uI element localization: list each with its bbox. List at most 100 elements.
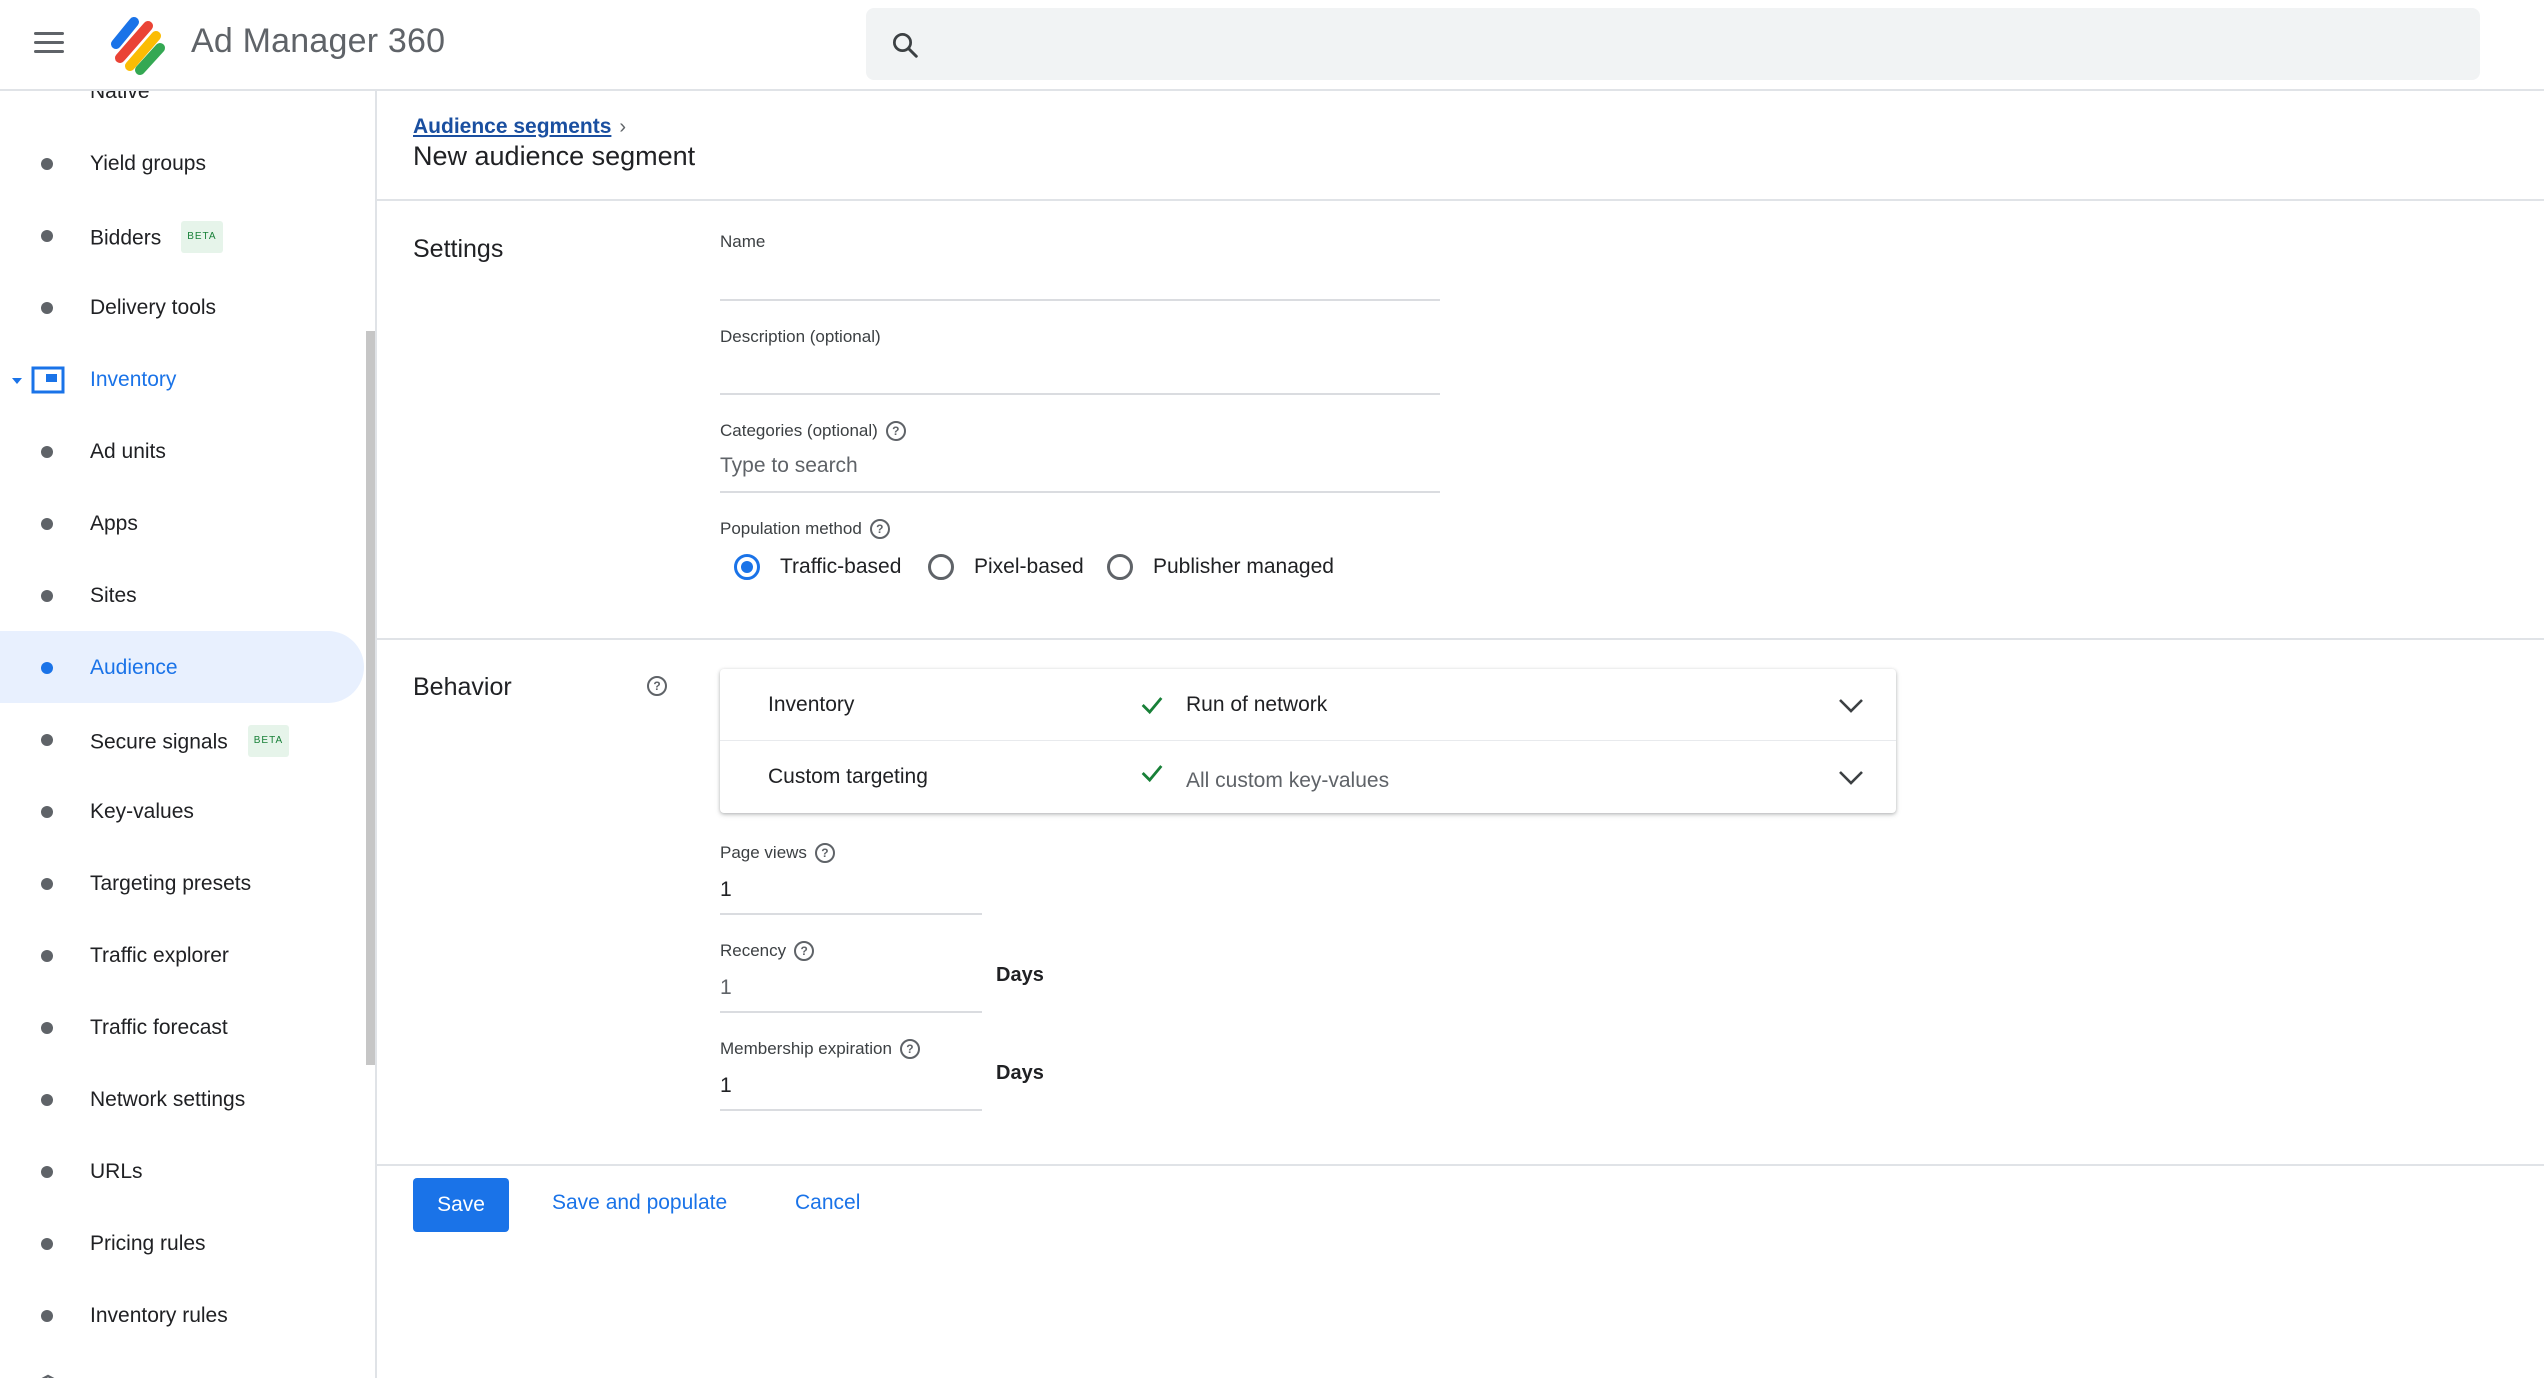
sidebar-item-label: Apps	[90, 512, 138, 535]
bullet-icon	[41, 518, 53, 530]
bullet-icon	[41, 590, 53, 602]
breadcrumb: Audience segments ›	[413, 115, 626, 139]
partial-section-icon	[33, 1371, 63, 1378]
page-views-field[interactable]	[720, 875, 980, 905]
chevron-down-icon[interactable]	[1836, 765, 1866, 794]
description-field[interactable]	[720, 355, 1440, 385]
bullet-icon	[41, 446, 53, 458]
settings-section-title: Settings	[413, 235, 504, 263]
targeting-row-custom-targeting[interactable]: Custom targeting All custom key-values	[720, 741, 1896, 813]
app-title: Ad Manager 360	[191, 22, 446, 60]
recency-unit-label: Days	[996, 964, 1044, 986]
recency-label: Recency?	[720, 940, 815, 962]
sidebar-item-pricing-rules[interactable]: Pricing rules	[0, 1207, 364, 1279]
sidebar-item-key-values[interactable]: Key-values	[0, 775, 364, 847]
chevron-down-icon[interactable]	[1836, 693, 1866, 722]
population-method-label: Population method?	[720, 518, 890, 540]
search-icon[interactable]	[890, 30, 920, 60]
sidebar-section-label: Inventory	[90, 368, 177, 391]
categories-field-underline	[720, 491, 1440, 493]
membership-label-text: Membership expiration	[720, 1039, 892, 1058]
bullet-icon	[41, 230, 53, 242]
radio-label: Publisher managed	[1153, 555, 1334, 578]
sidebar-item-label: Secure signals	[90, 730, 228, 754]
bullet-icon	[41, 878, 53, 890]
recency-label-text: Recency	[720, 941, 787, 960]
sidebar-item-sites[interactable]: Sites	[0, 559, 364, 631]
sidebar-item-urls[interactable]: URLs	[0, 1135, 364, 1207]
name-field-label: Name	[720, 232, 766, 251]
page-views-label: Page views?	[720, 842, 835, 864]
sidebar-item-traffic-forecast[interactable]: Traffic forecast	[0, 991, 364, 1063]
divider	[377, 638, 2544, 640]
sidebar-item-native[interactable]: Native	[90, 91, 150, 104]
top-app-bar: Ad Manager 360	[0, 0, 2544, 91]
targeting-row-inventory[interactable]: Inventory Run of network	[720, 669, 1896, 741]
description-field-label: Description (optional)	[720, 327, 881, 346]
sidebar-item-label: Traffic forecast	[90, 1016, 228, 1039]
breadcrumb-link-audience-segments[interactable]: Audience segments	[413, 115, 611, 138]
name-field-underline	[720, 299, 1440, 301]
global-search-bar[interactable]	[866, 8, 2480, 80]
sidebar-item-inventory-rules[interactable]: Inventory rules	[0, 1279, 364, 1351]
targeting-row-value: Run of network	[1186, 693, 1328, 716]
sidebar-item-secure-signals[interactable]: Secure signals BETA	[0, 703, 364, 775]
bullet-icon	[41, 1094, 53, 1106]
hamburger-menu-icon[interactable]	[30, 27, 68, 63]
search-input[interactable]	[946, 22, 2450, 68]
radio-unselected-icon	[1107, 554, 1133, 580]
population-label-text: Population method	[720, 519, 862, 538]
membership-expiration-underline	[720, 1109, 982, 1111]
help-icon[interactable]: ?	[647, 676, 667, 696]
sidebar-item-audience[interactable]: Audience	[0, 631, 364, 703]
sidebar-item-label: Traffic explorer	[90, 944, 229, 967]
sidebar-item-ad-units[interactable]: Ad units	[0, 415, 364, 487]
help-icon[interactable]: ?	[899, 1038, 920, 1059]
sidebar-item-apps[interactable]: Apps	[0, 487, 364, 559]
bullet-icon	[41, 950, 53, 962]
sidebar-item-label: Bidders	[90, 226, 162, 250]
sidebar-item-network-settings[interactable]: Network settings	[0, 1063, 364, 1135]
sidebar-item-targeting-presets[interactable]: Targeting presets	[0, 847, 364, 919]
help-icon[interactable]: ?	[794, 940, 815, 961]
sidebar-item-label: Sites	[90, 584, 137, 607]
help-icon[interactable]: ?	[885, 420, 906, 441]
membership-unit-label: Days	[996, 1062, 1044, 1084]
help-icon[interactable]: ?	[814, 842, 835, 863]
help-icon[interactable]: ?	[869, 518, 890, 539]
sidebar-item-bidders[interactable]: Bidders BETA	[0, 199, 364, 271]
save-and-populate-button[interactable]: Save and populate	[552, 1191, 727, 1215]
membership-expiration-field[interactable]	[720, 1071, 980, 1101]
cancel-button[interactable]: Cancel	[795, 1191, 860, 1215]
beta-badge: BETA	[181, 221, 223, 253]
sidebar-section-inventory[interactable]: Inventory	[0, 343, 364, 415]
page-title: New audience segment	[413, 141, 696, 171]
recency-field[interactable]	[720, 973, 980, 1003]
page-views-underline	[720, 913, 982, 915]
sidebar-item-label: Network settings	[90, 1088, 246, 1111]
behavior-section-title: Behavior	[413, 673, 512, 701]
sidebar-nav: Native Yield groups Bidders BETA Delivery…	[0, 91, 377, 1378]
radio-label: Pixel-based	[974, 555, 1084, 578]
categories-field-label: Categories (optional)?	[720, 420, 906, 442]
radio-selected-icon	[734, 554, 760, 580]
sidebar-item-yield-groups[interactable]: Yield groups	[0, 127, 364, 199]
sidebar-scrollbar-thumb[interactable]	[366, 331, 375, 1065]
name-field[interactable]	[720, 261, 1440, 291]
save-button[interactable]: Save	[413, 1178, 509, 1232]
bullet-icon	[41, 1310, 53, 1322]
bullet-icon	[41, 734, 53, 746]
inventory-icon	[31, 366, 65, 399]
sidebar-item-delivery-tools[interactable]: Delivery tools	[0, 271, 364, 343]
categories-search-input[interactable]	[720, 451, 1440, 481]
ad-manager-logo-icon	[104, 14, 168, 76]
targeting-card: Inventory Run of network Custom targetin…	[720, 669, 1896, 813]
sidebar-item-label: URLs	[90, 1160, 143, 1183]
sidebar-item-label: Targeting presets	[90, 872, 252, 895]
categories-label-text: Categories (optional)	[720, 421, 878, 440]
sidebar-item-traffic-explorer[interactable]: Traffic explorer	[0, 919, 364, 991]
targeting-row-name: Inventory	[768, 693, 855, 716]
bullet-icon	[41, 302, 53, 314]
radio-label: Traffic-based	[780, 555, 902, 578]
sidebar-item-label: Yield groups	[90, 152, 206, 175]
